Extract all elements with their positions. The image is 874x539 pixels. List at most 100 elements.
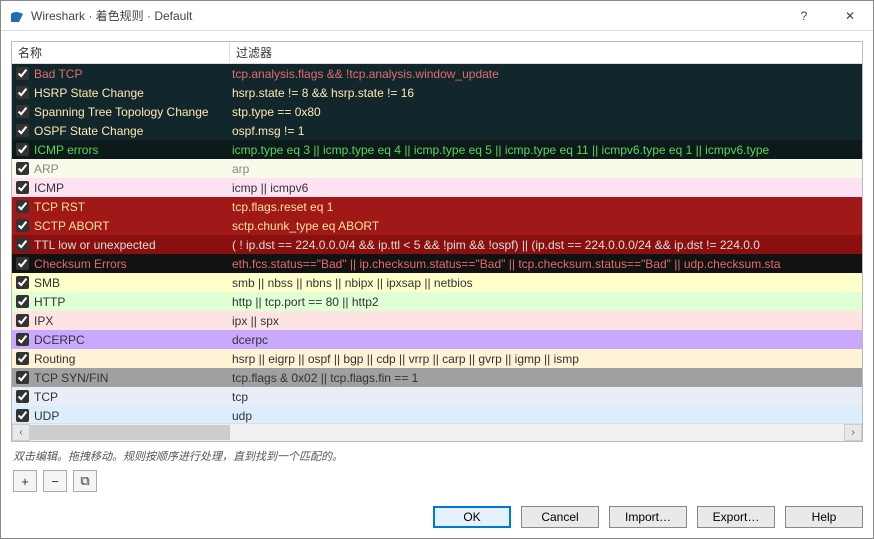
rule-filter[interactable]: ( ! ip.dst == 224.0.0.0/4 && ip.ttl < 5 … xyxy=(230,238,862,252)
table-row[interactable]: HTTPhttp || tcp.port == 80 || http2 xyxy=(12,292,862,311)
import-button[interactable]: Import… xyxy=(609,506,687,528)
rule-filter[interactable]: icmp || icmpv6 xyxy=(230,181,862,195)
close-button[interactable]: ✕ xyxy=(827,1,873,31)
table-row[interactable]: SCTP ABORTsctp.chunk_type eq ABORT xyxy=(12,216,862,235)
row-checkbox[interactable] xyxy=(16,105,29,118)
rule-filter[interactable]: tcp.flags & 0x02 || tcp.flags.fin == 1 xyxy=(230,371,862,385)
rule-name[interactable]: UDP xyxy=(32,409,230,423)
row-checkbox-wrap xyxy=(12,371,32,384)
row-checkbox[interactable] xyxy=(16,409,29,422)
rule-name[interactable]: DCERPC xyxy=(32,333,230,347)
row-checkbox[interactable] xyxy=(16,181,29,194)
row-checkbox[interactable] xyxy=(16,67,29,80)
rule-filter[interactable]: hsrp || eigrp || ospf || bgp || cdp || v… xyxy=(230,352,862,366)
rule-filter[interactable]: arp xyxy=(230,162,862,176)
rule-name[interactable]: ICMP xyxy=(32,181,230,195)
table-row[interactable]: TCP RSTtcp.flags.reset eq 1 xyxy=(12,197,862,216)
help-button-bottom[interactable]: Help xyxy=(785,506,863,528)
row-checkbox[interactable] xyxy=(16,86,29,99)
table-row[interactable]: TTL low or unexpected( ! ip.dst == 224.0… xyxy=(12,235,862,254)
row-checkbox[interactable] xyxy=(16,200,29,213)
row-checkbox[interactable] xyxy=(16,333,29,346)
rule-filter[interactable]: http || tcp.port == 80 || http2 xyxy=(230,295,862,309)
rule-filter[interactable]: tcp xyxy=(230,390,862,404)
rule-filter[interactable]: udp xyxy=(230,409,862,423)
row-checkbox[interactable] xyxy=(16,390,29,403)
rule-name[interactable]: Bad TCP xyxy=(32,67,230,81)
row-checkbox[interactable] xyxy=(16,124,29,137)
rule-name[interactable]: HTTP xyxy=(32,295,230,309)
rule-name[interactable]: TCP SYN/FIN xyxy=(32,371,230,385)
rule-name[interactable]: OSPF State Change xyxy=(32,124,230,138)
copy-button[interactable]: ⧉ xyxy=(73,470,97,492)
row-checkbox[interactable] xyxy=(16,219,29,232)
rule-filter[interactable]: eth.fcs.status=="Bad" || ip.checksum.sta… xyxy=(230,257,862,271)
hint-text: 双击编辑。拖拽移动。规则按顺序进行处理，直到找到一个匹配的。 xyxy=(11,442,863,470)
row-checkbox-wrap xyxy=(12,295,32,308)
row-checkbox[interactable] xyxy=(16,257,29,270)
cancel-button[interactable]: Cancel xyxy=(521,506,599,528)
rule-name[interactable]: Checksum Errors xyxy=(32,257,230,271)
row-checkbox[interactable] xyxy=(16,162,29,175)
rule-name[interactable]: Spanning Tree Topology Change xyxy=(32,105,230,119)
help-button[interactable]: ? xyxy=(781,1,827,31)
rule-filter[interactable]: tcp.analysis.flags && !tcp.analysis.wind… xyxy=(230,67,862,81)
rule-filter[interactable]: hsrp.state != 8 && hsrp.state != 16 xyxy=(230,86,862,100)
rule-filter[interactable]: dcerpc xyxy=(230,333,862,347)
rule-name[interactable]: ICMP errors xyxy=(32,143,230,157)
scroll-thumb[interactable] xyxy=(30,425,230,440)
remove-button[interactable]: − xyxy=(43,470,67,492)
rule-name[interactable]: ARP xyxy=(32,162,230,176)
row-checkbox[interactable] xyxy=(16,352,29,365)
table-row[interactable]: ARParp xyxy=(12,159,862,178)
table-row[interactable]: OSPF State Changeospf.msg != 1 xyxy=(12,121,862,140)
header-name[interactable]: 名称 xyxy=(12,41,230,64)
table-row[interactable]: Checksum Errorseth.fcs.status=="Bad" || … xyxy=(12,254,862,273)
row-checkbox[interactable] xyxy=(16,371,29,384)
table-row[interactable]: Spanning Tree Topology Changestp.type ==… xyxy=(12,102,862,121)
scroll-right-icon[interactable]: › xyxy=(844,424,862,441)
rule-name[interactable]: SMB xyxy=(32,276,230,290)
row-checkbox-wrap xyxy=(12,333,32,346)
table-row[interactable]: HSRP State Changehsrp.state != 8 && hsrp… xyxy=(12,83,862,102)
rule-name[interactable]: IPX xyxy=(32,314,230,328)
rule-name[interactable]: HSRP State Change xyxy=(32,86,230,100)
table-row[interactable]: UDPudp xyxy=(12,406,862,423)
rule-name[interactable]: TCP RST xyxy=(32,200,230,214)
table-row[interactable]: TCPtcp xyxy=(12,387,862,406)
rule-filter[interactable]: ipx || spx xyxy=(230,314,862,328)
rule-name[interactable]: TTL low or unexpected xyxy=(32,238,230,252)
table-row[interactable]: ICMP errorsicmp.type eq 3 || icmp.type e… xyxy=(12,140,862,159)
rule-filter[interactable]: ospf.msg != 1 xyxy=(230,124,862,138)
scroll-left-icon[interactable]: ‹ xyxy=(12,424,30,441)
table-row[interactable]: Routinghsrp || eigrp || ospf || bgp || c… xyxy=(12,349,862,368)
window-title: Wireshark · 着色规则 · Default xyxy=(31,7,781,24)
horizontal-scrollbar[interactable]: ‹ › xyxy=(12,423,862,441)
table-row[interactable]: DCERPCdcerpc xyxy=(12,330,862,349)
rule-name[interactable]: TCP xyxy=(32,390,230,404)
table-row[interactable]: ICMPicmp || icmpv6 xyxy=(12,178,862,197)
export-button[interactable]: Export… xyxy=(697,506,775,528)
add-button[interactable]: + xyxy=(13,470,37,492)
row-checkbox[interactable] xyxy=(16,143,29,156)
scroll-track[interactable] xyxy=(30,424,844,441)
rule-filter[interactable]: tcp.flags.reset eq 1 xyxy=(230,200,862,214)
row-checkbox[interactable] xyxy=(16,295,29,308)
ok-button[interactable]: OK xyxy=(433,506,511,528)
table-row[interactable]: SMBsmb || nbss || nbns || nbipx || ipxsa… xyxy=(12,273,862,292)
row-checkbox[interactable] xyxy=(16,314,29,327)
rule-name[interactable]: Routing xyxy=(32,352,230,366)
rule-filter[interactable]: icmp.type eq 3 || icmp.type eq 4 || icmp… xyxy=(230,143,862,157)
row-checkbox[interactable] xyxy=(16,238,29,251)
header-filter[interactable]: 过滤器 xyxy=(230,41,862,64)
rule-filter[interactable]: smb || nbss || nbns || nbipx || ipxsap |… xyxy=(230,276,862,290)
table-row[interactable]: Bad TCPtcp.analysis.flags && !tcp.analys… xyxy=(12,64,862,83)
table-row[interactable]: IPXipx || spx xyxy=(12,311,862,330)
dialog-buttons: OK Cancel Import… Export… Help xyxy=(1,500,873,538)
rule-name[interactable]: SCTP ABORT xyxy=(32,219,230,233)
row-checkbox[interactable] xyxy=(16,276,29,289)
rule-filter[interactable]: sctp.chunk_type eq ABORT xyxy=(230,219,862,233)
wireshark-icon xyxy=(9,8,25,24)
table-row[interactable]: TCP SYN/FINtcp.flags & 0x02 || tcp.flags… xyxy=(12,368,862,387)
rule-filter[interactable]: stp.type == 0x80 xyxy=(230,105,862,119)
